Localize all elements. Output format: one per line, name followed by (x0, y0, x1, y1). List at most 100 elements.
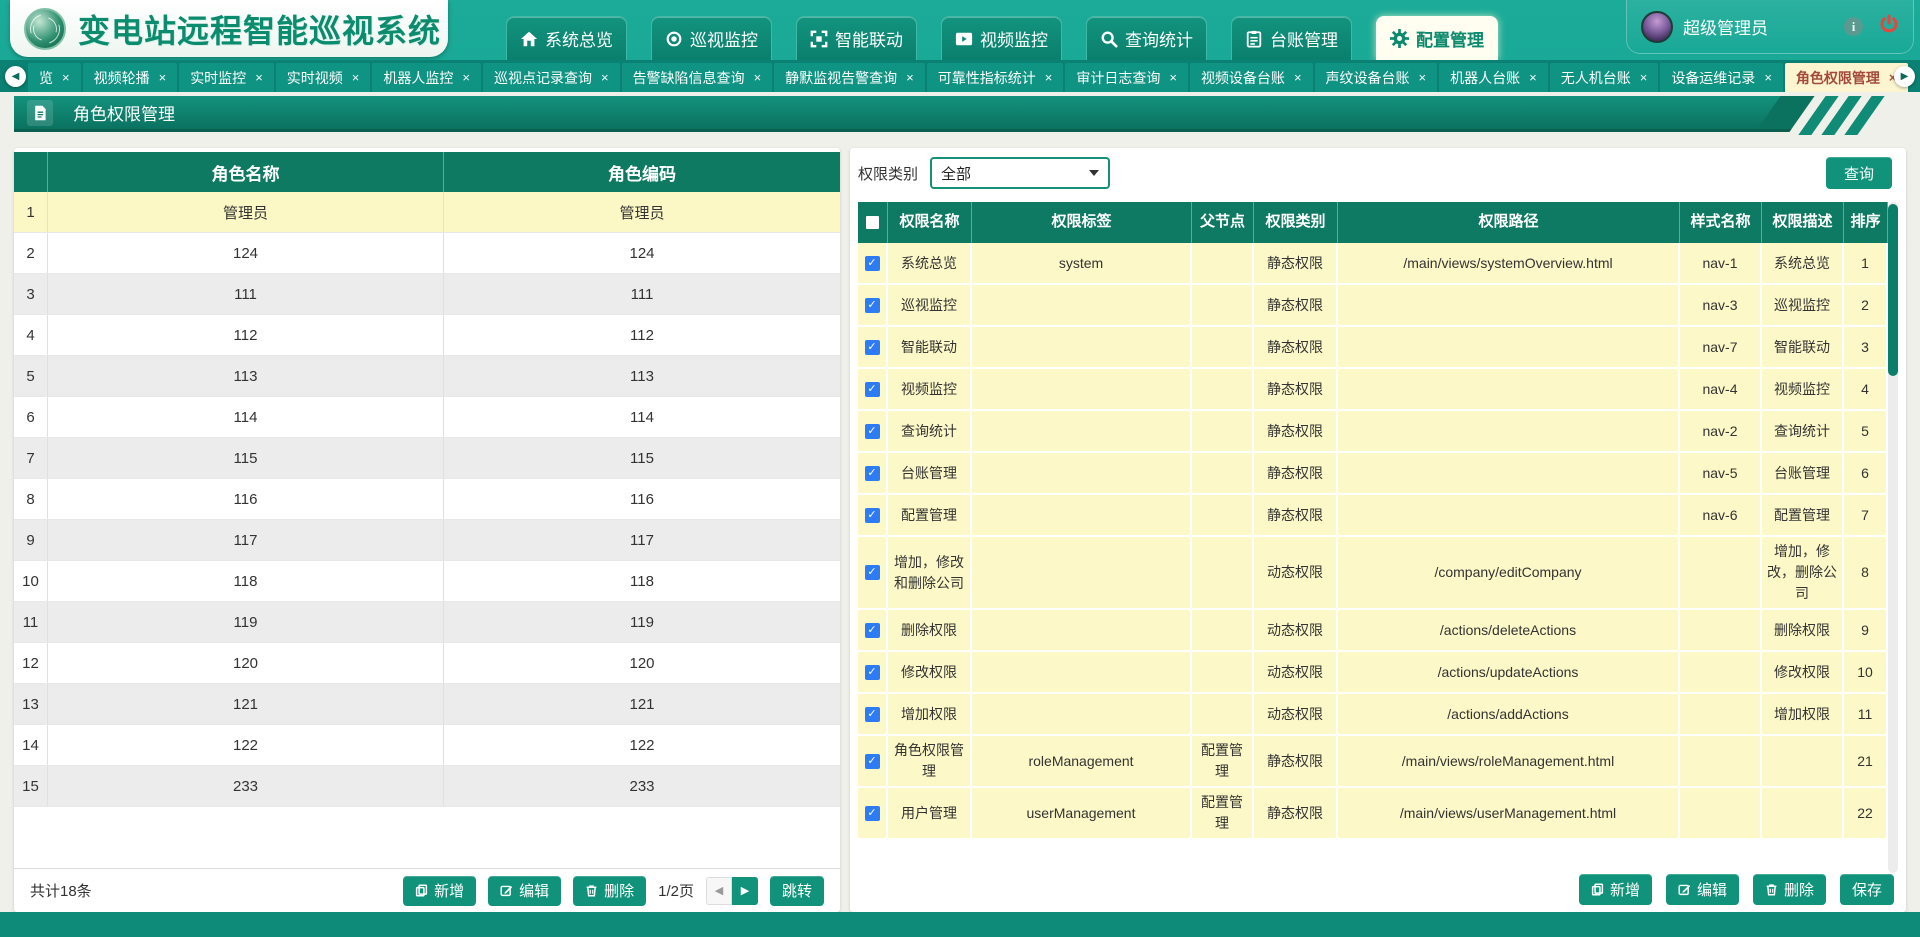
permission-edit-button[interactable]: 编辑 (1666, 874, 1739, 905)
role-row[interactable]: 5 113 113 (14, 356, 840, 397)
permission-row[interactable]: ✓ 台账管理 静态权限 nav-5 台账管理 6 (858, 453, 1888, 495)
tab-scroll-right-icon[interactable]: ▶ (1894, 66, 1915, 87)
row-checkbox[interactable]: ✓ (865, 806, 880, 821)
next-page-icon[interactable]: ▶ (732, 877, 758, 905)
tab[interactable]: 巡视点记录查询 × (483, 63, 620, 92)
tab-close-icon[interactable]: × (906, 70, 914, 85)
row-checkbox[interactable]: ✓ (865, 466, 880, 481)
tab[interactable]: 视频轮播 × (83, 63, 178, 92)
row-checkbox[interactable]: ✓ (865, 754, 880, 769)
tab[interactable]: 实时视频 × (276, 63, 371, 92)
nav-button[interactable]: 系统总览 (506, 16, 627, 60)
select-all-checkbox[interactable] (866, 216, 879, 229)
row-checkbox[interactable]: ✓ (865, 707, 880, 722)
permission-delete-button[interactable]: 删除 (1753, 874, 1826, 905)
info-icon[interactable]: i (1844, 17, 1863, 36)
prev-page-icon[interactable]: ◀ (706, 877, 732, 905)
scrollbar-thumb[interactable] (1888, 204, 1898, 376)
role-delete-button[interactable]: 删除 (573, 876, 646, 906)
role-row[interactable]: 7 115 115 (14, 438, 840, 479)
permission-row[interactable]: ✓ 增加权限 动态权限 /actions/addActions 增加权限 11 (858, 694, 1888, 736)
tab-close-icon[interactable]: × (1294, 70, 1302, 85)
tab-close-icon[interactable]: × (754, 70, 762, 85)
role-add-button[interactable]: 新增 (403, 876, 476, 906)
scrollbar-track[interactable] (1888, 202, 1898, 873)
role-row[interactable]: 6 114 114 (14, 397, 840, 438)
tab[interactable]: 可靠性指标统计 × (927, 63, 1064, 92)
role-row[interactable]: 2 124 124 (14, 233, 840, 274)
row-checkbox[interactable]: ✓ (865, 298, 880, 313)
search-button[interactable]: 查询 (1826, 157, 1892, 189)
permission-row[interactable]: ✓ 用户管理 userManagement 配置管理 静态权限 /main/vi… (858, 788, 1888, 840)
permission-row[interactable]: ✓ 系统总览 system 静态权限 /main/views/systemOve… (858, 243, 1888, 285)
row-checkbox[interactable]: ✓ (865, 665, 880, 680)
role-row[interactable]: 15 233 233 (14, 766, 840, 807)
tab[interactable]: 告警缺陷信息查询 × (622, 63, 773, 92)
tab-close-icon[interactable]: × (1529, 70, 1537, 85)
role-row[interactable]: 8 116 116 (14, 479, 840, 520)
row-checkbox[interactable]: ✓ (865, 340, 880, 355)
nav-button[interactable]: 巡视监控 (651, 16, 772, 60)
role-row[interactable]: 4 112 112 (14, 315, 840, 356)
row-checkbox[interactable]: ✓ (865, 424, 880, 439)
tab-scroll-left-icon[interactable]: ◀ (5, 66, 26, 87)
tab[interactable]: 览 × (28, 63, 81, 92)
order-cell: 22 (1844, 788, 1888, 840)
permission-row[interactable]: ✓ 查询统计 静态权限 nav-2 查询统计 5 (858, 411, 1888, 453)
role-row[interactable]: 14 122 122 (14, 725, 840, 766)
permission-row[interactable]: ✓ 配置管理 静态权限 nav-6 配置管理 7 (858, 495, 1888, 537)
permission-add-button[interactable]: 新增 (1579, 874, 1652, 905)
nav-button[interactable]: 视频监控 (941, 16, 1062, 60)
role-edit-button[interactable]: 编辑 (488, 876, 561, 906)
tab-close-icon[interactable]: × (255, 70, 263, 85)
row-checkbox[interactable]: ✓ (865, 256, 880, 271)
role-row[interactable]: 13 121 121 (14, 684, 840, 725)
tab[interactable]: 实时监控 × (179, 63, 274, 92)
tab[interactable]: 机器人台账 × (1439, 63, 1548, 92)
permission-row[interactable]: ✓ 巡视监控 静态权限 nav-3 巡视监控 2 (858, 285, 1888, 327)
tab-close-icon[interactable]: × (1419, 70, 1427, 85)
permission-row[interactable]: ✓ 智能联动 静态权限 nav-7 智能联动 3 (858, 327, 1888, 369)
row-checkbox[interactable]: ✓ (865, 565, 880, 580)
row-checkbox[interactable]: ✓ (865, 508, 880, 523)
tab[interactable]: 静默监视告警查询 × (774, 63, 925, 92)
tab-close-icon[interactable]: × (352, 70, 360, 85)
role-row[interactable]: 11 119 119 (14, 602, 840, 643)
tab-close-icon[interactable]: × (159, 70, 167, 85)
row-checkbox[interactable]: ✓ (865, 382, 880, 397)
permission-row[interactable]: ✓ 增加，修改和删除公司 动态权限 /company/editCompany 增… (858, 537, 1888, 610)
tab[interactable]: 审计日志查询 × (1065, 63, 1188, 92)
tab[interactable]: 无人机台账 × (1550, 63, 1659, 92)
nav-button[interactable]: 查询统计 (1086, 16, 1207, 60)
role-row[interactable]: 3 111 111 (14, 274, 840, 315)
tab-close-icon[interactable]: × (601, 70, 609, 85)
row-checkbox[interactable]: ✓ (865, 623, 880, 638)
tab-close-icon[interactable]: × (1640, 70, 1648, 85)
jump-page-button[interactable]: 跳转 (770, 876, 824, 906)
role-row[interactable]: 10 118 118 (14, 561, 840, 602)
nav-button[interactable]: 台账管理 (1231, 16, 1352, 60)
tab[interactable]: 机器人监控 × (372, 63, 481, 92)
tab-close-icon[interactable]: × (1764, 70, 1772, 85)
tab-close-icon[interactable]: × (462, 70, 470, 85)
tab-close-icon[interactable]: × (62, 70, 70, 85)
role-row[interactable]: 9 117 117 (14, 520, 840, 561)
tab-close-icon[interactable]: × (1045, 70, 1053, 85)
tab[interactable]: 声纹设备台账 × (1315, 63, 1438, 92)
power-icon[interactable] (1879, 14, 1899, 39)
avatar[interactable] (1641, 11, 1673, 43)
permission-row[interactable]: ✓ 视频监控 静态权限 nav-4 视频监控 4 (858, 369, 1888, 411)
role-row[interactable]: 12 120 120 (14, 643, 840, 684)
tab-close-icon[interactable]: × (1169, 70, 1177, 85)
permission-type-select[interactable]: 全部 (930, 157, 1110, 189)
role-row[interactable]: 1 管理员 管理员 (14, 192, 840, 233)
nav-button[interactable]: 配置管理 (1376, 16, 1498, 60)
tab[interactable]: 设备运维记录 × (1660, 63, 1783, 92)
permission-row[interactable]: ✓ 修改权限 动态权限 /actions/updateActions 修改权限 … (858, 652, 1888, 694)
permission-row[interactable]: ✓ 角色权限管理 roleManagement 配置管理 静态权限 /main/… (858, 736, 1888, 788)
tab[interactable]: 角色权限管理 × (1785, 63, 1908, 92)
nav-button[interactable]: 智能联动 (796, 16, 917, 60)
tab[interactable]: 视频设备台账 × (1190, 63, 1313, 92)
permission-row[interactable]: ✓ 删除权限 动态权限 /actions/deleteActions 删除权限 … (858, 610, 1888, 652)
permission-save-button[interactable]: 保存 (1840, 874, 1894, 905)
